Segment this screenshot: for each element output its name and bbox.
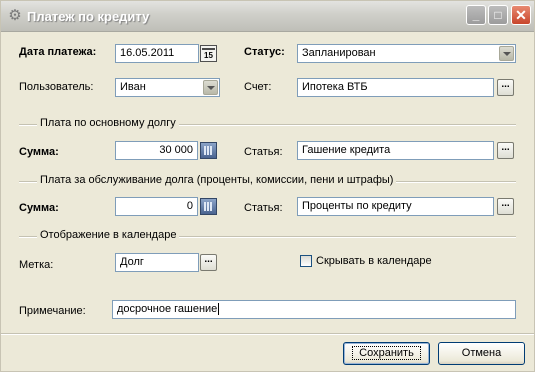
- save-button-label: Сохранить: [352, 346, 421, 360]
- principal-group-title: Плата по основному долгу: [37, 117, 179, 129]
- status-combo[interactable]: Запланирован: [297, 44, 516, 63]
- account-field[interactable]: Ипотека ВТБ: [297, 78, 494, 97]
- service-article-field[interactable]: Проценты по кредиту: [297, 197, 494, 216]
- chevron-down-icon[interactable]: [203, 80, 218, 95]
- bottom-divider: [1, 333, 534, 335]
- title-bar[interactable]: ⚙ Платеж по кредиту _ □ ✕: [1, 1, 534, 32]
- hide-in-calendar-label[interactable]: Скрывать в календаре: [316, 255, 432, 267]
- user-combo[interactable]: Иван: [115, 78, 220, 97]
- window-title: Платеж по кредиту: [27, 9, 150, 24]
- note-label: Примечание:: [19, 305, 86, 317]
- maximize-button[interactable]: □: [488, 5, 508, 25]
- principal-article-field[interactable]: Гашение кредита: [297, 141, 494, 160]
- calculator-icon[interactable]: [200, 142, 217, 159]
- user-label: Пользователь:: [19, 81, 94, 93]
- tag-select-button[interactable]: ...: [200, 254, 217, 271]
- tag-field[interactable]: Долг: [115, 253, 199, 272]
- cancel-button[interactable]: Отмена: [438, 342, 525, 365]
- calendar-group-title: Отображение в календаре: [37, 229, 180, 241]
- date-field[interactable]: 16.05.2011: [115, 44, 199, 63]
- principal-article-select-button[interactable]: ...: [497, 142, 514, 159]
- service-group-title: Плата за обслуживание долга (проценты, к…: [37, 174, 397, 186]
- service-amount-field[interactable]: 0: [115, 197, 198, 216]
- chevron-down-icon[interactable]: [499, 46, 514, 61]
- service-article-label: Статья:: [244, 202, 283, 214]
- minimize-button[interactable]: _: [466, 5, 486, 25]
- calendar-icon[interactable]: [200, 45, 217, 62]
- tag-label: Метка:: [19, 259, 54, 271]
- calculator-icon[interactable]: [200, 198, 217, 215]
- status-label: Статус:: [244, 46, 285, 58]
- date-label: Дата платежа:: [19, 46, 97, 58]
- principal-amount-label: Сумма:: [19, 146, 59, 158]
- principal-amount-field[interactable]: 30 000: [115, 141, 198, 160]
- account-label: Счет:: [244, 81, 272, 93]
- note-field[interactable]: досрочное гашение: [112, 300, 516, 319]
- status-value: Запланирован: [302, 47, 376, 59]
- hide-in-calendar-checkbox[interactable]: [300, 255, 312, 267]
- text-cursor: [218, 303, 220, 315]
- save-button[interactable]: Сохранить: [343, 342, 430, 365]
- account-select-button[interactable]: ...: [497, 79, 514, 96]
- dialog-window: ⚙ Платеж по кредиту _ □ ✕ Дата платежа: …: [0, 0, 535, 372]
- principal-article-label: Статья:: [244, 146, 283, 158]
- service-amount-label: Сумма:: [19, 202, 59, 214]
- user-value: Иван: [120, 81, 146, 93]
- close-button[interactable]: ✕: [511, 5, 531, 25]
- note-value: досрочное гашение: [117, 303, 218, 315]
- gear-icon[interactable]: ⚙: [7, 8, 23, 24]
- service-article-select-button[interactable]: ...: [497, 198, 514, 215]
